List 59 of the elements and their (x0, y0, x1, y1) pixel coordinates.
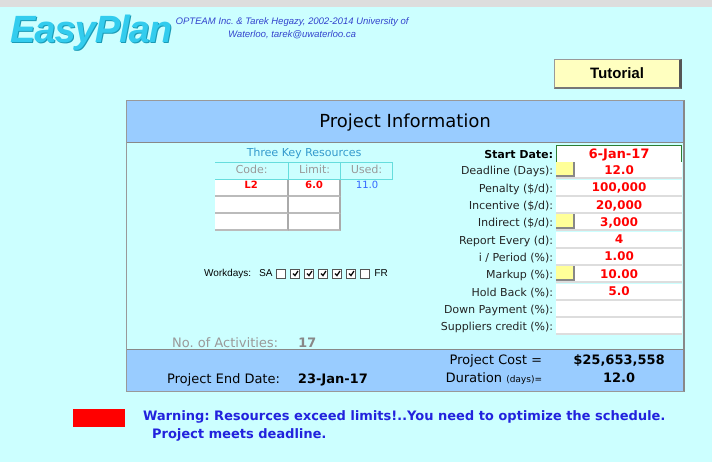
field-label: Penalty ($/d): (478, 182, 554, 195)
credit-text: OPTEAM Inc. & Tarek Hegazy, 2002-2014 University of Waterloo, tarek@uwaterloo.ca (174, 15, 410, 41)
day-checkbox[interactable] (304, 268, 314, 278)
used-cell-text: 11.0 (354, 180, 380, 193)
day-checkbox[interactable] (346, 268, 356, 278)
tutorial-button[interactable]: Tutorial (554, 59, 682, 89)
day-checkbox[interactable] (360, 268, 370, 278)
value-field[interactable]: 20,000 (556, 197, 682, 214)
spin-button[interactable] (556, 162, 575, 178)
value-field[interactable] (556, 300, 682, 318)
field-label: Report Every (d): (458, 234, 554, 247)
workdays-label: Workdays: (204, 268, 252, 279)
day-checkbox[interactable] (290, 268, 300, 278)
field-label: Indirect ($/d): (476, 216, 554, 230)
field-label: Down Payment (%): (442, 302, 554, 316)
activities-value: 17 (298, 336, 316, 351)
activities-label: No. of Activities: (172, 336, 278, 351)
value-field[interactable]: 100,000 (556, 180, 682, 197)
field-label: Incentive ($/d): (468, 199, 554, 212)
end-date-value: 23-Jan-17 (298, 372, 368, 387)
value-field[interactable]: 1.00 (556, 248, 682, 266)
duration-value: 12.0 (602, 371, 636, 388)
status-message: Project meets deadline. (151, 426, 328, 444)
limit-field[interactable]: 6.0 (289, 180, 341, 197)
resources-title: Three Key Resources (215, 146, 393, 163)
duration-label: Duration (days)= (444, 371, 543, 388)
code-field[interactable] (215, 214, 289, 231)
warning-indicator (73, 409, 125, 427)
column-header: Used: (341, 163, 393, 180)
code-field[interactable]: L2 (215, 180, 289, 197)
field-label: Suppliers credit (%): (440, 320, 554, 334)
value-field[interactable]: 6-Jan-17 (556, 145, 682, 163)
spin-button[interactable] (556, 266, 575, 282)
field-label: Markup (%): (485, 268, 554, 282)
value-field[interactable]: 5.0 (556, 284, 682, 301)
field-label: Hold Back (%): (470, 286, 554, 299)
spin-button[interactable] (556, 214, 575, 230)
field-label: i / Period (%): (478, 250, 554, 264)
day-checkbox[interactable] (332, 268, 342, 278)
cost-value: $25,653,558 (572, 353, 666, 370)
value-field[interactable]: 3,000 (556, 214, 682, 232)
value-field[interactable] (556, 318, 682, 336)
value-field[interactable]: 12.0 (556, 162, 682, 180)
status-message: Warning: Resources exceed limits!..You need to optimize the schedule. (143, 408, 666, 426)
day-checkbox[interactable] (318, 268, 328, 278)
limit-field[interactable] (289, 214, 341, 231)
day-checkbox[interactable] (276, 268, 286, 278)
panel-title: Project Information (127, 101, 683, 143)
field-label: Start Date: (483, 148, 554, 160)
code-field[interactable] (215, 197, 289, 214)
field-label: Deadline (Days): (460, 164, 554, 178)
cost-label: Project Cost = (448, 353, 543, 370)
end-date-label: Project End Date: (167, 372, 280, 387)
day-label: SA (259, 268, 272, 279)
value-field[interactable]: 10.00 (556, 266, 682, 284)
value-field[interactable]: 4 (556, 232, 682, 249)
day-label: FR (374, 268, 388, 279)
limit-field[interactable] (289, 197, 341, 214)
app-logo: EasyPlan (10, 9, 171, 51)
